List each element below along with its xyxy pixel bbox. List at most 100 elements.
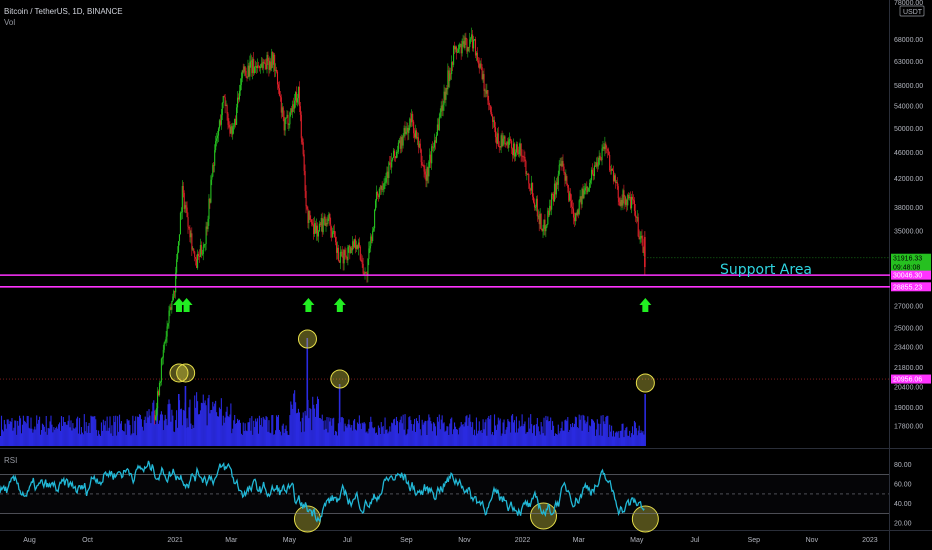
volume-bar — [131, 433, 133, 446]
green-arrows — [172, 298, 652, 312]
volume-bar — [100, 422, 102, 446]
candle-body — [228, 124, 230, 128]
volume-bar — [531, 424, 533, 446]
candle-body — [357, 242, 359, 249]
candle-body — [532, 196, 535, 203]
candle-body — [302, 142, 304, 155]
volume-bar — [234, 414, 236, 446]
candle-body — [615, 182, 617, 183]
volume-bar — [619, 431, 621, 446]
candle-body — [533, 202, 536, 208]
volume-bar — [624, 430, 626, 446]
volume-bar — [233, 420, 235, 446]
candle-body — [451, 62, 453, 74]
volume-bar — [396, 420, 398, 446]
candle-body — [563, 166, 565, 173]
candle-body — [553, 183, 556, 202]
candle-body — [627, 194, 629, 206]
candle-body — [578, 200, 580, 215]
volume-bar — [573, 423, 576, 446]
volume-bar — [18, 425, 20, 446]
candle-body — [600, 159, 602, 161]
candle-body — [489, 104, 491, 106]
candle-body — [274, 54, 276, 71]
volume-bar — [643, 434, 645, 446]
candle-body — [262, 61, 264, 69]
volume-bar — [55, 427, 57, 446]
volume-bar — [450, 418, 452, 446]
volume-bar — [430, 421, 432, 446]
chart-canvas[interactable]: 68000.00 63000.00 58000.00 54000.00 50000.00… — [0, 0, 932, 550]
volume-bar — [10, 422, 12, 446]
candle-body — [574, 213, 576, 222]
volume-bar — [545, 415, 547, 446]
volume-bar — [32, 432, 34, 446]
volume-bar — [45, 416, 47, 446]
volume-bar — [274, 434, 276, 446]
volume-bar — [538, 431, 540, 446]
candle-body — [465, 37, 467, 39]
volume-bar — [318, 417, 320, 446]
candle-body — [461, 43, 463, 54]
volume-bar — [157, 423, 160, 446]
volume-bar — [283, 432, 285, 446]
candle-body — [456, 52, 458, 53]
volume-bar — [640, 430, 642, 446]
volume-bar — [513, 422, 515, 446]
volume-bar — [539, 434, 541, 446]
volume-bar — [633, 420, 635, 446]
volume-bar — [476, 433, 478, 446]
volume-bar — [412, 430, 414, 446]
candle-body — [214, 150, 216, 166]
candle-body — [263, 61, 265, 63]
candle-body — [195, 257, 197, 259]
last-candle-body — [644, 236, 646, 268]
volume-bar — [105, 430, 107, 446]
volume-bar — [316, 396, 319, 446]
volume-bar — [572, 422, 574, 446]
volume-bar — [439, 429, 441, 446]
candle-body — [433, 147, 435, 149]
volume-bar — [549, 420, 551, 446]
volume-bar — [295, 402, 297, 446]
volume-bar — [631, 433, 633, 446]
volume-bar — [76, 418, 78, 446]
candle-body — [584, 188, 586, 191]
volume-bar — [426, 434, 428, 446]
candle-body — [499, 146, 501, 148]
volume-bar — [511, 415, 513, 446]
volume-bar — [414, 431, 417, 446]
candle-body — [296, 98, 299, 103]
volume-bar — [182, 409, 184, 446]
volume-bar — [281, 425, 283, 446]
candle-body — [157, 391, 160, 396]
volume-bar — [595, 429, 597, 446]
volume-bar — [106, 416, 108, 446]
volume-spike-bar — [177, 394, 180, 446]
candle-body — [552, 194, 555, 202]
volume-bar — [201, 403, 203, 446]
candle-body — [560, 163, 562, 167]
volume-bar — [199, 410, 201, 446]
candle-body — [166, 326, 168, 337]
volume-bar — [612, 430, 615, 446]
time-tick-label: Jul — [343, 537, 352, 544]
volume-bar — [305, 415, 307, 446]
candle-body — [618, 198, 620, 202]
volume-bar — [41, 423, 43, 446]
candle-body — [343, 250, 345, 264]
volume-bar — [587, 416, 589, 446]
candle-body — [606, 147, 608, 150]
candle-body — [634, 210, 636, 217]
volume-bar — [546, 420, 548, 446]
volume-bar — [35, 429, 37, 446]
volume-bar — [259, 424, 261, 446]
volume-bar — [71, 430, 73, 446]
volume-bar — [125, 434, 127, 446]
volume-bar — [314, 408, 316, 446]
candle-body — [494, 127, 497, 138]
candle-body — [521, 155, 523, 157]
candle-body — [217, 128, 220, 136]
volume-bar — [128, 420, 130, 446]
volume-bar — [399, 419, 401, 446]
